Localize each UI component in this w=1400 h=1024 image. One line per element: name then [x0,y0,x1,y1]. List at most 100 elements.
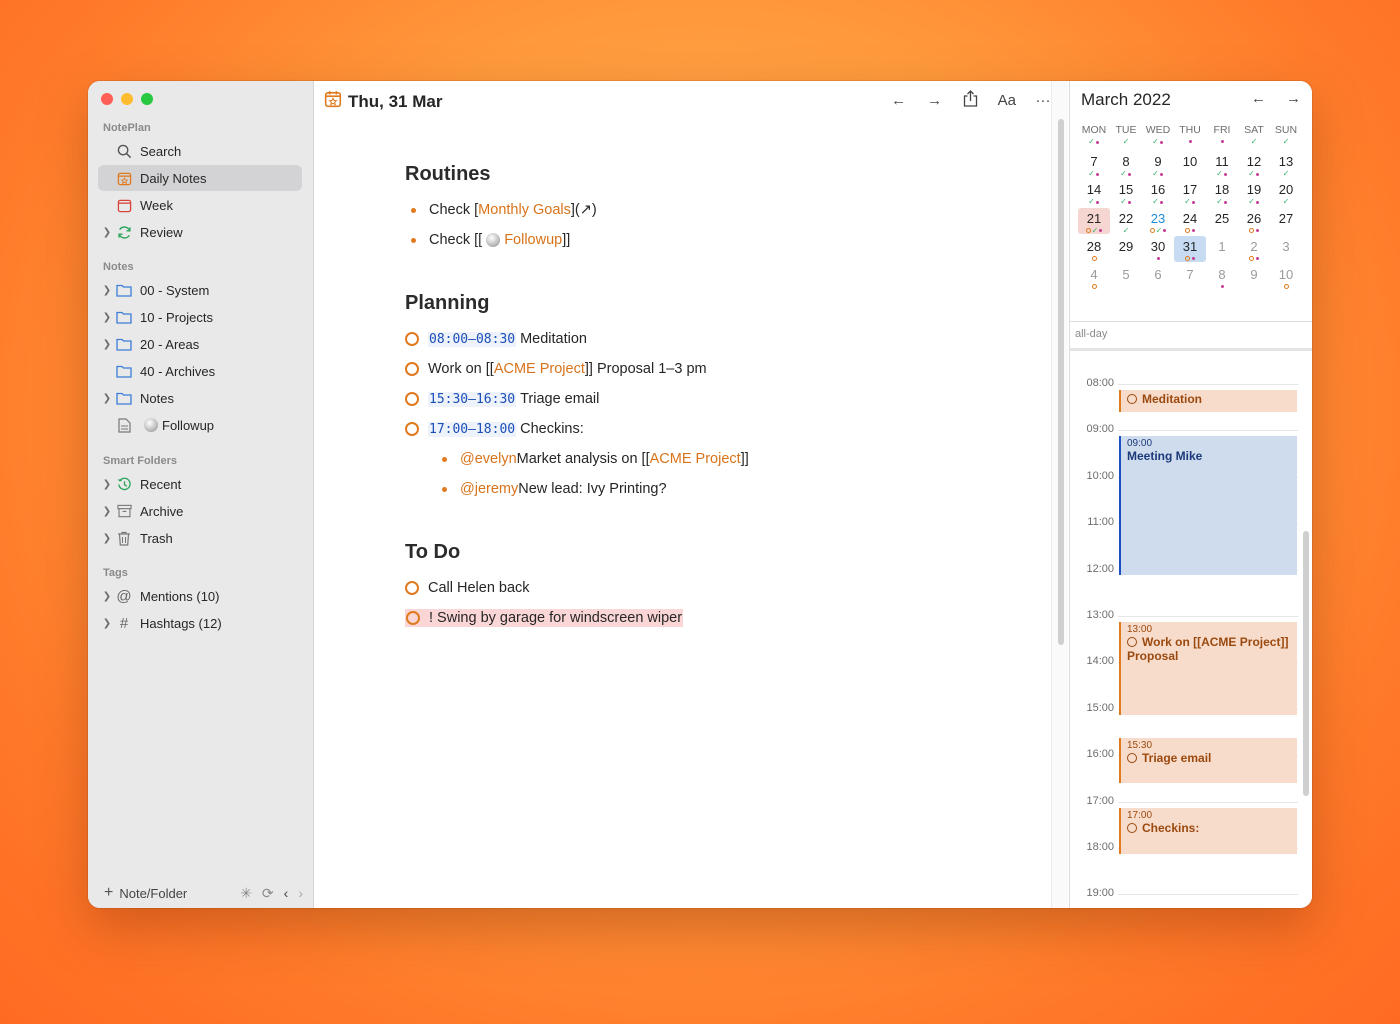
calendar-day[interactable]: 18 ✓ [1206,179,1238,206]
sidebar-tag-mentions[interactable]: ❯ @ Mentions (10) [98,583,302,609]
back-chevron-icon[interactable]: ‹ [284,885,289,901]
sidebar-folder-40-archives[interactable]: 40 - Archives [98,358,302,384]
next-day-arrow-icon[interactable]: → [926,92,944,109]
chevron-right-icon[interactable]: ❯ [100,533,114,544]
event-dot-icon [1255,172,1259,176]
sidebar-item-search[interactable]: Search [98,138,302,164]
calendar-day[interactable]: 9 [1238,264,1270,290]
calendar-day[interactable]: 4 [1078,264,1110,290]
calendar-day[interactable]: 24 [1174,208,1206,234]
calendar-day[interactable]: 20 ✓ [1270,179,1302,206]
calendar-day[interactable]: 30 [1142,236,1174,262]
link-followup[interactable]: Followup [504,232,562,248]
calendar-day[interactable]: 8 [1206,264,1238,290]
event-work-on-acme[interactable]: 13:00 Work on [[ACME Project]] Proposal [1119,622,1297,715]
calendar-day[interactable]: 9 ✓ [1142,151,1174,178]
calendar-day[interactable]: 1 [1206,236,1238,262]
event-dot-icon [1256,256,1259,260]
link-acme-project[interactable]: ACME Project [494,361,585,377]
calendar-day[interactable]: 26 [1238,208,1270,234]
calendar-day[interactable]: 31 [1174,235,1206,262]
mention-jeremy[interactable]: @jeremy [460,481,518,497]
previous-month-arrow-icon[interactable]: ← [1251,90,1266,107]
task-checkbox[interactable] [405,362,419,376]
calendar-day[interactable]: 27 [1270,208,1302,234]
event-triage-email[interactable]: 15:30 Triage email [1119,738,1297,783]
minimize-window-button[interactable] [121,93,133,105]
chevron-right-icon[interactable]: ❯ [100,393,114,404]
calendar-day[interactable]: 5 [1110,264,1142,290]
previous-day-arrow-icon[interactable]: ← [890,92,908,109]
chevron-right-icon[interactable]: ❯ [100,312,114,323]
calendar-day[interactable]: 2 [1238,236,1270,262]
link-acme-project[interactable]: ACME Project [650,451,741,467]
timeline-scrollbar[interactable] [1303,531,1309,796]
calendar-day-number: 29 [1118,238,1134,254]
text: Work on [[ [428,361,494,377]
calendar-day[interactable]: 22 ✓ [1110,208,1142,235]
chevron-right-icon[interactable]: ❯ [100,618,114,629]
chevron-right-icon[interactable]: ❯ [100,506,114,517]
calendar-day[interactable]: 10 [1270,264,1302,290]
calendar-day[interactable]: 28 [1078,236,1110,262]
calendar-day[interactable]: 19 ✓ [1238,179,1270,206]
calendar-day[interactable]: 7 [1174,264,1206,290]
event-meeting-mike[interactable]: 09:00 Meeting Mike [1119,436,1297,575]
task-text: ! Swing by garage for windscreen wiper [429,610,683,626]
sidebar-smart-recent[interactable]: ❯ Recent [98,471,302,497]
calendar-day[interactable]: 3 [1270,236,1302,262]
share-icon[interactable] [962,90,980,111]
forward-chevron-icon[interactable]: › [298,885,303,901]
sidebar-item-review[interactable]: ❯ Review [98,219,302,245]
next-month-arrow-icon[interactable]: → [1286,90,1301,107]
event-checkins[interactable]: 17:00 Checkins: [1119,808,1297,854]
sidebar-folder-00-system[interactable]: ❯ 00 - System [98,277,302,303]
calendar-day[interactable]: 6 [1142,264,1174,290]
sidebar-item-daily-notes[interactable]: Daily Notes [98,165,302,191]
calendar-day[interactable]: 12 ✓ [1238,151,1270,178]
calendar-day[interactable]: 15 ✓ [1110,179,1142,206]
calendar-day[interactable]: 29 [1110,236,1142,262]
sync-icon[interactable]: ⟳ [262,885,274,902]
chevron-right-icon[interactable]: ❯ [100,227,114,238]
more-options-icon[interactable]: ··· [1034,92,1052,109]
calendar-day-number: 30 [1150,238,1166,254]
calendar-day[interactable]: 7 ✓ [1078,151,1110,178]
chevron-right-icon[interactable]: ❯ [100,591,114,602]
mention-evelyn[interactable]: @evelyn [460,451,517,467]
chevron-right-icon[interactable]: ❯ [100,479,114,490]
event-meditation[interactable]: Meditation [1119,390,1297,412]
calendar-day[interactable]: 25 [1206,208,1238,234]
sidebar-tag-hashtags[interactable]: ❯ # Hashtags (12) [98,610,302,636]
calendar-day[interactable]: 23 ✓ [1142,208,1174,234]
close-window-button[interactable] [101,93,113,105]
chevron-right-icon[interactable]: ❯ [100,285,114,296]
calendar-day[interactable]: 17 ✓ [1174,179,1206,206]
sidebar-item-week[interactable]: Week [98,192,302,218]
font-settings-button[interactable]: Aa [998,92,1016,109]
calendar-day[interactable]: 11 ✓ [1206,151,1238,178]
zoom-window-button[interactable] [141,93,153,105]
sidebar-smart-archive[interactable]: ❯ Archive [98,498,302,524]
editor-scrollbar[interactable] [1058,119,1064,645]
link-monthly-goals[interactable]: Monthly Goals [478,202,571,218]
sidebar-folder-10-projects[interactable]: ❯ 10 - Projects [98,304,302,330]
event-dot-icon [1095,172,1099,176]
sidebar-folder-notes[interactable]: ❯ Notes [98,385,302,411]
sidebar-smart-trash[interactable]: ❯ Trash [98,525,302,551]
calendar-day[interactable]: 10 [1174,151,1206,177]
task-checkbox[interactable] [405,332,419,346]
chevron-right-icon[interactable]: ❯ [100,339,114,350]
calendar-day[interactable]: 8 ✓ [1110,151,1142,178]
calendar-day[interactable]: 14 ✓ [1078,179,1110,206]
sidebar-note-followup[interactable]: Followup [98,412,302,438]
sidebar-folder-20-areas[interactable]: ❯ 20 - Areas [98,331,302,357]
task-checkbox[interactable] [405,422,419,436]
calendar-day[interactable]: 13 ✓ [1270,151,1302,178]
calendar-day[interactable]: 16 ✓ [1142,179,1174,206]
task-checkbox[interactable] [406,611,420,625]
task-checkbox[interactable] [405,581,419,595]
add-note-folder-button[interactable]: + Note/Folder [104,884,187,902]
task-checkbox[interactable] [405,392,419,406]
calendar-day[interactable]: 21 ✓ [1078,207,1110,234]
